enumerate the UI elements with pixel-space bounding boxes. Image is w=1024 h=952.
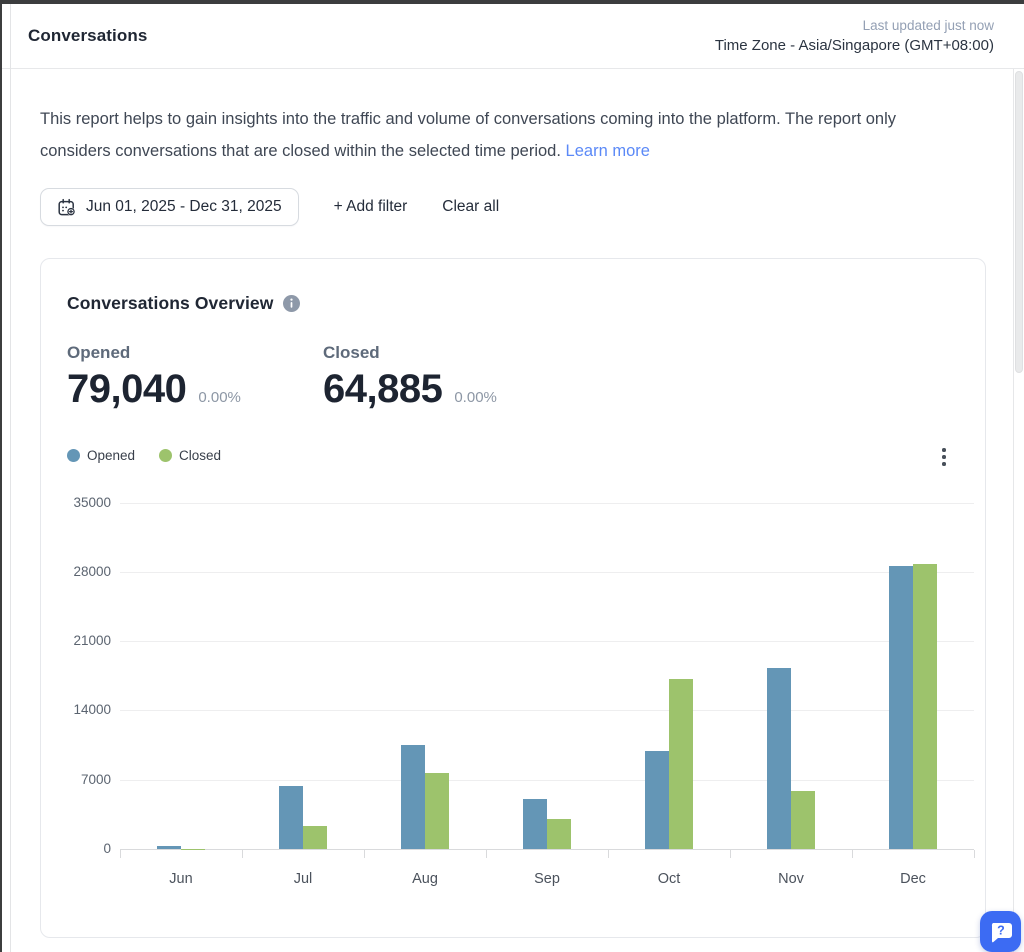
bar-opened-sep[interactable] [523, 798, 547, 849]
x-axis-tick [852, 850, 853, 858]
x-axis-label-jul: Jul [293, 871, 313, 887]
scrollbar-thumb[interactable] [1015, 71, 1023, 373]
bar-closed-sep[interactable] [547, 819, 571, 849]
bar-closed-oct[interactable] [669, 678, 693, 849]
report-description: This report helps to gain insights into … [40, 104, 958, 167]
y-axis-label-21000: 21000 [73, 633, 111, 649]
y-axis-label-14000: 14000 [73, 702, 111, 718]
bar-opened-nov[interactable] [767, 667, 791, 849]
gridline-0 [120, 849, 974, 850]
clear-all-button[interactable]: Clear all [442, 198, 499, 216]
content-panel-border [10, 4, 11, 952]
learn-more-link[interactable]: Learn more [566, 142, 650, 160]
bar-opened-jul[interactable] [279, 785, 303, 849]
header-meta: Last updated just now Time Zone - Asia/S… [715, 16, 994, 57]
x-axis-tick [608, 850, 609, 858]
y-axis-label-28000: 28000 [73, 563, 111, 579]
y-axis-label-0: 0 [103, 841, 111, 856]
x-axis-label-oct: Oct [657, 871, 681, 887]
bar-closed-aug[interactable] [425, 772, 449, 849]
bar-opened-oct[interactable] [645, 750, 669, 849]
page-title: Conversations [28, 26, 148, 45]
svg-text:?: ? [997, 924, 1005, 938]
description-text: This report helps to gain insights into … [40, 110, 897, 160]
gridline-35000 [120, 502, 974, 504]
calendar-plus-icon [57, 198, 76, 217]
x-axis-tick [974, 850, 975, 858]
x-axis-tick [730, 850, 731, 858]
bar-closed-dec[interactable] [913, 563, 937, 849]
bar-closed-jul[interactable] [303, 826, 327, 849]
y-axis-label-7000: 7000 [80, 771, 111, 787]
help-chat-bubble-icon: ? [989, 920, 1013, 943]
filter-controls: Jun 01, 2025 - Dec 31, 2025 + Add filter… [40, 188, 499, 226]
x-axis-label-dec: Dec [900, 871, 926, 887]
last-updated-text: Last updated just now [862, 18, 994, 33]
x-axis-label-aug: Aug [412, 871, 438, 887]
bar-opened-dec[interactable] [889, 565, 913, 849]
conversations-overview-card: Conversations Overview Opened 79,040 0.0… [40, 258, 986, 938]
gridline-21000 [120, 641, 974, 643]
help-button[interactable]: ? [980, 911, 1021, 952]
report-page: Conversations Last updated just now Time… [0, 0, 1024, 952]
x-axis-label-sep: Sep [534, 871, 560, 887]
add-filter-button[interactable]: + Add filter [334, 198, 408, 216]
window-top-strip [0, 0, 1024, 4]
gridline-28000 [120, 571, 974, 573]
gridline-14000 [120, 710, 974, 712]
x-axis-label-jun: Jun [169, 871, 193, 887]
date-range-label: Jun 01, 2025 - Dec 31, 2025 [86, 198, 282, 215]
bar-opened-jun[interactable] [157, 846, 181, 849]
x-axis-tick [486, 850, 487, 858]
x-axis-label-nov: Nov [778, 871, 804, 887]
bar-chart: 0 7000 14000 21000 28000 35000 Jun Jul Aug Sep Oct… [41, 259, 985, 937]
gridline-7000 [120, 779, 974, 781]
page-header: Conversations Last updated just now Time… [0, 4, 1024, 69]
x-axis-tick [120, 850, 121, 858]
timezone-text: Time Zone - Asia/Singapore (GMT+08:00) [714, 37, 994, 54]
bar-closed-nov[interactable] [791, 791, 815, 849]
window-left-edge [0, 0, 2, 952]
scrollbar-track[interactable] [1014, 69, 1024, 952]
x-axis-tick [242, 850, 243, 858]
x-axis-tick [364, 850, 365, 858]
bar-opened-aug[interactable] [401, 745, 425, 849]
y-axis-label-35000: 35000 [73, 494, 111, 510]
date-range-picker[interactable]: Jun 01, 2025 - Dec 31, 2025 [40, 188, 299, 226]
